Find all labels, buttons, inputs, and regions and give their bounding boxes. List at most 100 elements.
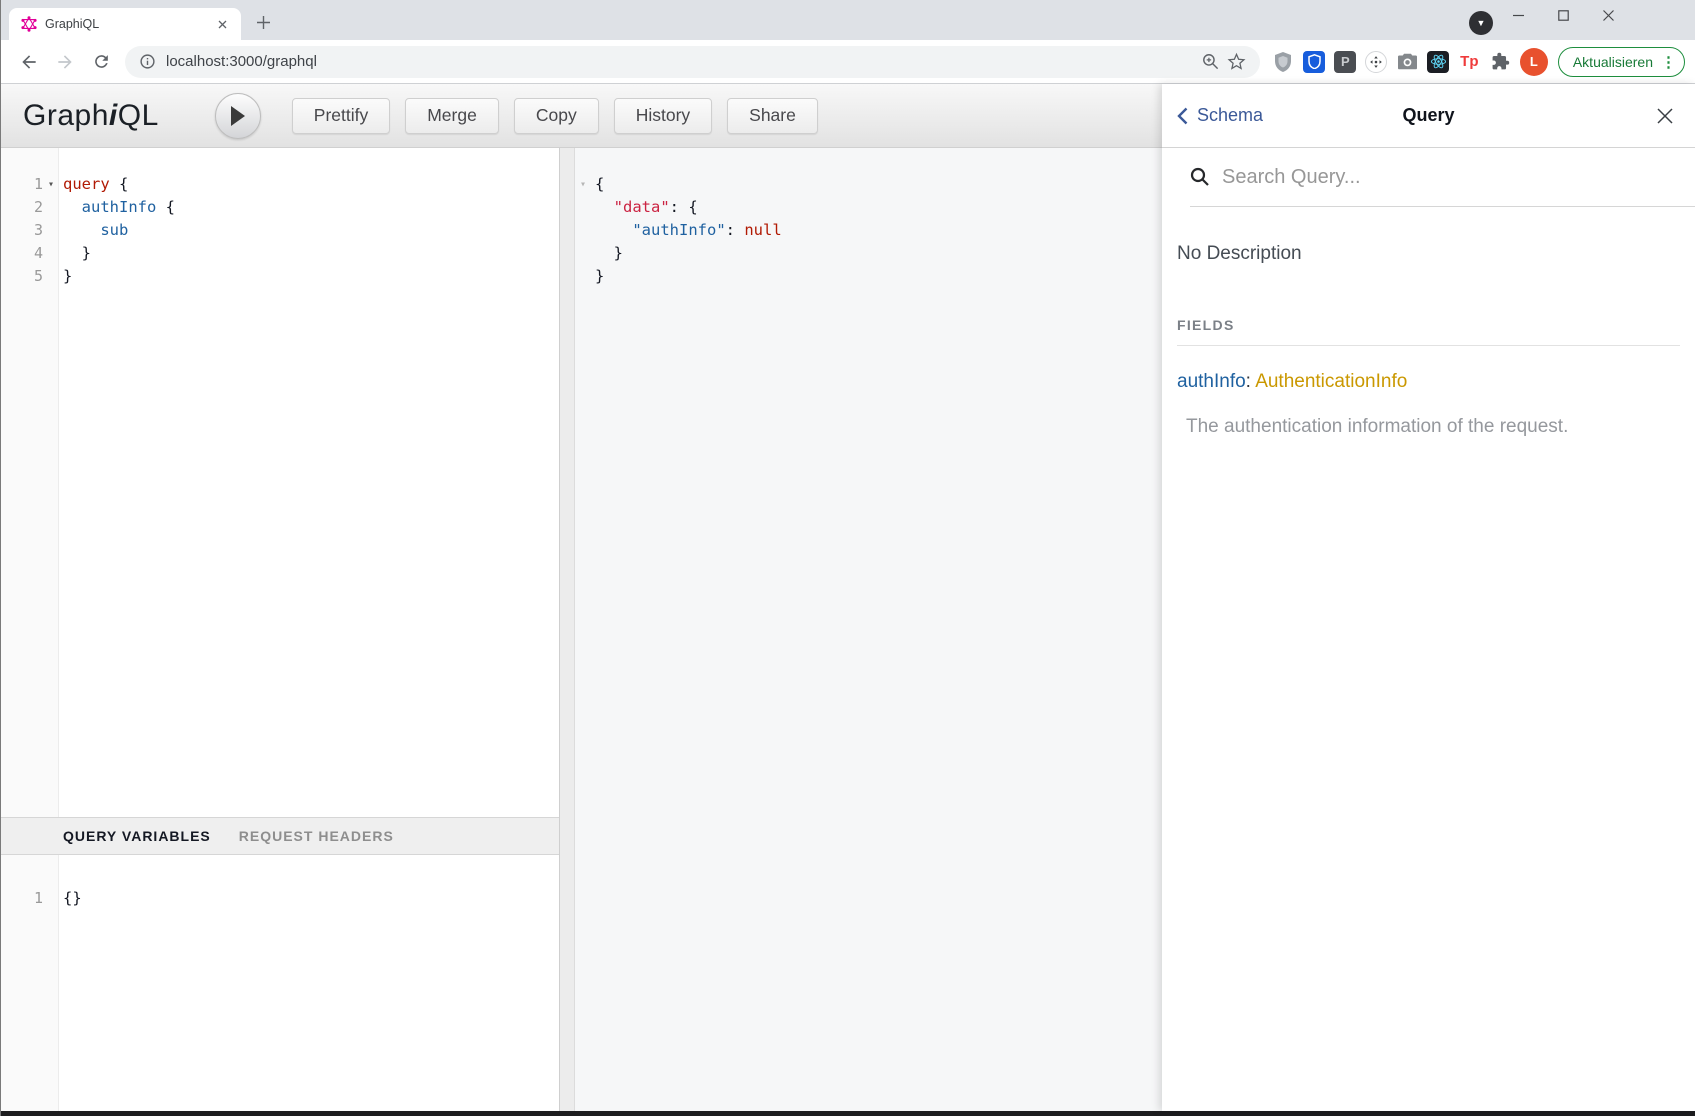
code-line[interactable]: 4 }	[1, 242, 559, 265]
fold-arrow-icon	[43, 265, 59, 288]
search-icon	[1190, 167, 1210, 187]
maximize-button[interactable]	[1541, 0, 1586, 30]
play-icon	[229, 106, 246, 126]
extension-tp-icon[interactable]: Tp	[1454, 46, 1485, 77]
code-text: query {	[59, 173, 128, 196]
code-text: }	[59, 265, 72, 288]
update-label: Aktualisieren	[1573, 54, 1653, 70]
close-icon	[1656, 107, 1674, 125]
code-line[interactable]: "authInfo": null	[575, 219, 1162, 242]
caret-down-icon: ▼	[1477, 18, 1486, 28]
profile-avatar[interactable]: L	[1520, 48, 1548, 76]
fold-arrow-icon	[43, 242, 59, 265]
fold-arrow-icon	[575, 196, 591, 219]
doc-explorer-title-bar: Schema Query	[1162, 84, 1695, 148]
query-variables-editor[interactable]: 1 {}	[1, 855, 559, 1111]
fold-arrow-icon[interactable]: ▾	[575, 173, 591, 196]
forward-button[interactable]	[47, 44, 83, 80]
tab-request-headers[interactable]: REQUEST HEADERS	[239, 828, 394, 844]
doc-back-label: Schema	[1197, 105, 1263, 126]
doc-explorer-panel: Schema Query No Description FIELDS	[1162, 84, 1695, 1111]
tab-query-variables[interactable]: QUERY VARIABLES	[63, 828, 211, 844]
back-button[interactable]	[11, 44, 47, 80]
tab-bar: GraphiQL ▼	[1, 0, 1695, 40]
pane-drag-handle[interactable]	[559, 148, 575, 1111]
kebab-menu-icon[interactable]: ⋮	[1661, 53, 1676, 71]
doc-back-link[interactable]: Schema	[1177, 105, 1263, 126]
field-name-link[interactable]: authInfo	[1177, 371, 1246, 392]
browser-window: GraphiQL ▼	[0, 0, 1695, 1116]
history-button[interactable]: History	[614, 98, 712, 134]
share-button[interactable]: Share	[727, 98, 818, 134]
extension-shield-icon[interactable]	[1268, 46, 1299, 77]
extension-react-devtools-icon[interactable]	[1423, 46, 1454, 77]
code-text: sub	[59, 219, 128, 242]
graphiql-app: GraphiQL Prettify Merge Copy History Sha…	[1, 84, 1695, 1111]
browser-update-button[interactable]: Aktualisieren ⋮	[1558, 47, 1685, 77]
page-info-icon[interactable]	[139, 53, 156, 70]
result-viewer[interactable]: ▾{ "data": { "authInfo": null }}	[575, 148, 1162, 1111]
extension-move-icon[interactable]	[1361, 46, 1392, 77]
extension-bitwarden-icon[interactable]	[1299, 46, 1330, 77]
fold-arrow-icon[interactable]: ▾	[43, 173, 59, 196]
browser-tab-graphiql[interactable]: GraphiQL	[9, 8, 241, 40]
doc-search-input[interactable]	[1222, 166, 1677, 189]
code-line[interactable]: }	[575, 242, 1162, 265]
code-line[interactable]: 1▾query {	[1, 173, 559, 196]
close-window-button[interactable]	[1586, 0, 1631, 30]
code-line[interactable]: 5}	[1, 265, 559, 288]
fold-arrow-icon	[575, 242, 591, 265]
field-description: The authentication information of the re…	[1186, 416, 1680, 438]
code-line[interactable]: ▾{	[575, 173, 1162, 196]
graphiql-topbar: GraphiQL Prettify Merge Copy History Sha…	[1, 84, 1162, 148]
type-description: No Description	[1177, 243, 1680, 265]
window-controls	[1496, 0, 1631, 30]
reload-button[interactable]	[83, 44, 119, 80]
address-bar[interactable]: localhost:3000/graphql	[125, 46, 1260, 78]
doc-search-row	[1190, 148, 1695, 207]
code-line[interactable]: 2 authInfo {	[1, 196, 559, 219]
doc-close-button[interactable]	[1653, 104, 1677, 128]
field-type-link[interactable]: AuthenticationInfo	[1255, 371, 1407, 392]
query-editor[interactable]: 1▾query {2 authInfo {3 sub4 }5}	[1, 148, 559, 817]
tab-title: GraphiQL	[45, 17, 213, 31]
code-line[interactable]: }	[575, 265, 1162, 288]
code-line[interactable]: 1 {}	[1, 887, 559, 910]
extension-p-icon[interactable]: P	[1330, 46, 1361, 77]
code-text: {}	[59, 887, 82, 910]
code-line[interactable]: 3 sub	[1, 219, 559, 242]
field-row: authInfo: AuthenticationInfo	[1177, 371, 1680, 393]
fields-divider	[1177, 345, 1680, 346]
line-number: 3	[1, 219, 43, 242]
code-text: "data": {	[591, 196, 698, 219]
graphql-favicon	[21, 16, 37, 32]
fold-arrow-icon	[43, 887, 59, 910]
extensions-puzzle-icon[interactable]	[1485, 46, 1516, 77]
zoom-indicator-icon[interactable]	[1198, 49, 1224, 75]
tab-close-icon[interactable]	[213, 15, 231, 33]
minimize-button[interactable]	[1496, 0, 1541, 30]
query-column: 1▾query {2 authInfo {3 sub4 }5} QUERY VA…	[1, 148, 559, 1111]
tab-search-button[interactable]: ▼	[1469, 11, 1493, 35]
variables-title-bar: QUERY VARIABLES REQUEST HEADERS	[1, 817, 559, 855]
graphiql-toolbar-buttons: Prettify Merge Copy History Share	[292, 98, 818, 134]
graphiql-main: GraphiQL Prettify Merge Copy History Sha…	[1, 84, 1162, 1111]
line-number: 1	[1, 173, 43, 196]
editor-area: 1▾query {2 authInfo {3 sub4 }5} QUERY VA…	[1, 148, 1162, 1111]
code-text: authInfo {	[59, 196, 175, 219]
code-text: }	[591, 242, 623, 265]
browser-toolbar: localhost:3000/graphql P	[1, 40, 1695, 84]
bookmark-star-icon[interactable]	[1224, 49, 1250, 75]
execute-query-button[interactable]	[215, 93, 261, 139]
field-separator: :	[1246, 371, 1256, 392]
copy-button[interactable]: Copy	[514, 98, 599, 134]
prettify-button[interactable]: Prettify	[292, 98, 390, 134]
fold-arrow-icon	[43, 219, 59, 242]
code-text: {	[591, 173, 604, 196]
new-tab-button[interactable]	[249, 8, 277, 36]
code-line[interactable]: "data": {	[575, 196, 1162, 219]
merge-button[interactable]: Merge	[405, 98, 499, 134]
extension-camera-icon[interactable]	[1392, 46, 1423, 77]
line-number: 1	[1, 887, 43, 910]
doc-explorer-content: No Description FIELDS authInfo: Authenti…	[1162, 207, 1695, 438]
